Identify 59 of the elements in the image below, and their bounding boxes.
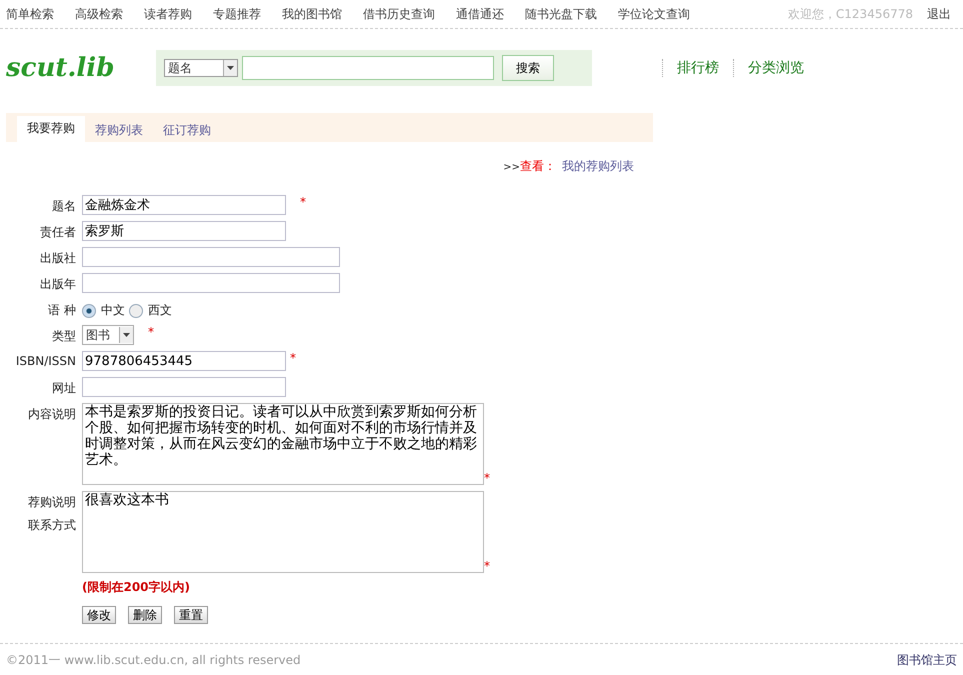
search-field[interactable] <box>242 56 494 80</box>
home-link[interactable]: 图书馆主页 <box>897 652 957 669</box>
field-label: 责任者 <box>40 224 76 241</box>
text-field[interactable] <box>82 247 340 267</box>
my-list-link[interactable]: 我的荐购列表 <box>562 158 634 175</box>
form-button[interactable]: 修改 <box>82 606 116 624</box>
type-select[interactable]: 图书 <box>82 325 134 345</box>
limit-note: (限制在200字以内) <box>82 579 192 596</box>
welcome-text: 欢迎您，C123456778 <box>788 6 913 22</box>
field-label: 荐购说明 <box>28 494 76 511</box>
required-mark: * <box>290 351 296 365</box>
required-mark: * <box>148 325 154 339</box>
nav-link[interactable]: 专题推荐 <box>213 6 261 22</box>
view-label: >>查看： <box>503 158 556 175</box>
field-label: 内容说明 <box>28 406 76 423</box>
form-button[interactable]: 删除 <box>128 606 162 624</box>
text-field[interactable] <box>82 377 286 397</box>
text-field[interactable]: 金融炼金术 <box>82 195 286 215</box>
nav-link[interactable]: 高级检索 <box>75 6 123 22</box>
header-link[interactable]: 排行榜 <box>662 59 733 77</box>
text-field[interactable]: 9787806453445 <box>82 351 286 371</box>
text-area[interactable]: 本书是索罗斯的投资日记。读者可以从中欣赏到索罗斯如何分析个股、如何把握市场转变的时机、如何面对不利的市场行情并及时调整对策，从而在风云变幻的金融市场中立于不败之地的精彩艺术。 <box>82 403 484 485</box>
logo[interactable]: scut.lib <box>6 53 156 83</box>
radio-label[interactable]: 中文 <box>101 302 125 319</box>
required-mark: * <box>300 195 306 209</box>
nav-link[interactable]: 通借通还 <box>456 6 504 22</box>
scope-select[interactable]: 题名 <box>164 59 238 77</box>
required-mark: * <box>484 471 490 485</box>
copyright-text: ©2011一 www.lib.scut.edu.cn, all rights reserved <box>6 652 301 669</box>
nav-link[interactable]: 借书历史查询 <box>363 6 435 22</box>
field-label: ISBN/ISSN <box>16 354 76 368</box>
field-label: 网址 <box>52 380 76 397</box>
radio-button[interactable] <box>129 304 143 318</box>
nav-link[interactable]: 学位论文查询 <box>618 6 690 22</box>
radio-button[interactable] <box>82 304 96 318</box>
form-button[interactable]: 重置 <box>174 606 208 624</box>
logout-link[interactable]: 退出 <box>927 6 951 22</box>
radio-label[interactable]: 西文 <box>148 302 172 319</box>
required-mark: * <box>484 559 490 573</box>
field-label: 联系方式 <box>28 517 76 534</box>
dropdown-icon[interactable] <box>223 60 237 76</box>
field-label: 题名 <box>52 198 76 215</box>
nav-link[interactable]: 随书光盘下载 <box>525 6 597 22</box>
field-label: 出版社 <box>40 250 76 267</box>
field-label: 出版年 <box>40 276 76 293</box>
nav-link[interactable]: 读者荐购 <box>144 6 192 22</box>
header-link[interactable]: 分类浏览 <box>733 59 818 77</box>
search-button[interactable]: 搜索 <box>502 55 554 81</box>
text-field[interactable]: 索罗斯 <box>82 221 286 241</box>
dropdown-icon[interactable] <box>119 327 133 343</box>
field-label: 类型 <box>52 328 76 345</box>
nav-link[interactable]: 简单检索 <box>6 6 54 22</box>
tab[interactable]: 我要荐购 <box>17 116 85 142</box>
field-label: 语 种 <box>48 302 76 319</box>
nav-link[interactable]: 我的图书馆 <box>282 6 342 22</box>
tab[interactable]: 荐购列表 <box>85 118 153 142</box>
text-field[interactable] <box>82 273 340 293</box>
tab[interactable]: 征订荐购 <box>153 118 221 142</box>
text-area[interactable]: 很喜欢这本书 <box>82 491 484 573</box>
